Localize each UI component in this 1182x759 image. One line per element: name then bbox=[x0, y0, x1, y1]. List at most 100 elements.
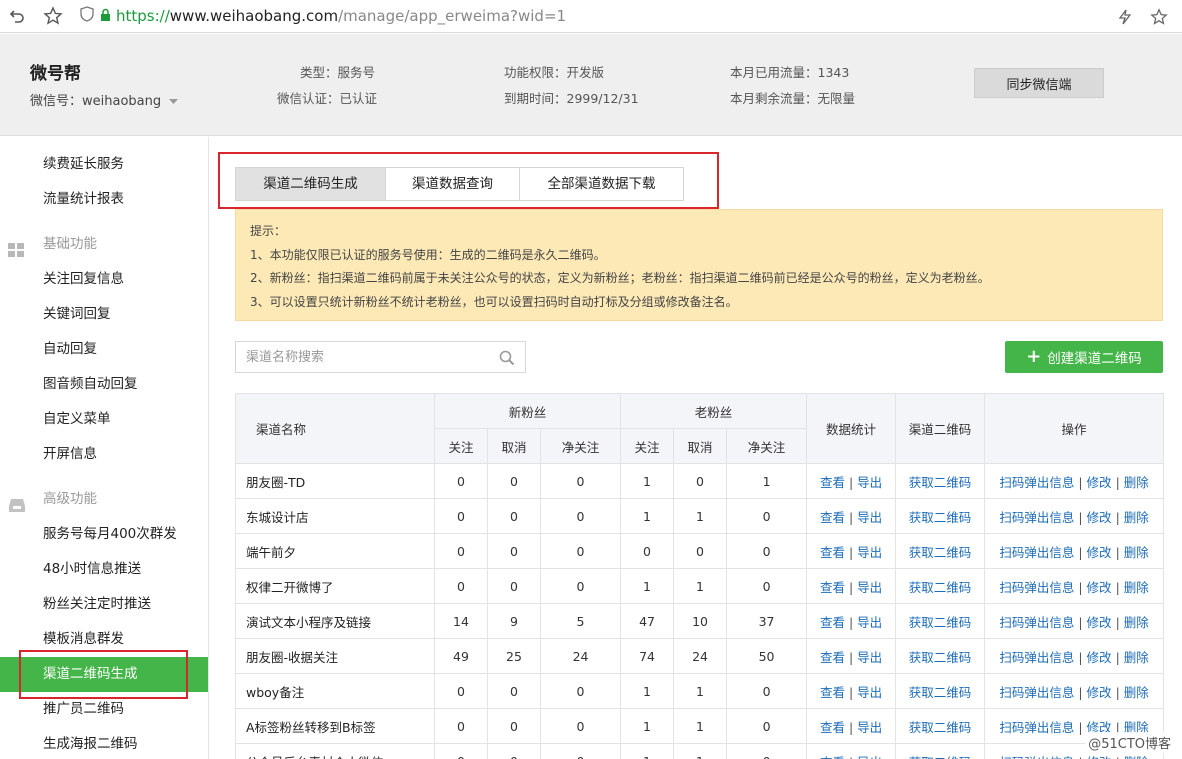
cell-new-cancel: 9 bbox=[487, 603, 541, 639]
sidebar-item-custom-menu[interactable]: 自定义菜单 bbox=[0, 402, 208, 437]
delete-link[interactable]: 删除 bbox=[1124, 615, 1149, 630]
scan-popup-link[interactable]: 扫码弹出信息 bbox=[999, 755, 1074, 759]
view-link[interactable]: 查看 bbox=[820, 755, 845, 759]
scan-popup-link[interactable]: 扫码弹出信息 bbox=[999, 615, 1074, 630]
edit-link[interactable]: 修改 bbox=[1087, 510, 1112, 525]
delete-link[interactable]: 删除 bbox=[1124, 475, 1149, 490]
link-separator: | bbox=[1115, 614, 1120, 630]
edit-link[interactable]: 修改 bbox=[1087, 650, 1112, 665]
view-link[interactable]: 查看 bbox=[820, 475, 845, 490]
edit-link[interactable]: 修改 bbox=[1087, 580, 1112, 595]
cell-new-net: 0 bbox=[539, 708, 622, 744]
sidebar-item-timed-push[interactable]: 粉丝关注定时推送 bbox=[0, 587, 208, 622]
link-separator: | bbox=[849, 755, 853, 759]
scan-popup-link[interactable]: 扫码弹出信息 bbox=[999, 545, 1074, 560]
get-qrcode-link[interactable]: 获取二维码 bbox=[909, 510, 972, 525]
sidebar-item-48h-push[interactable]: 48小时信息推送 bbox=[0, 552, 208, 587]
delete-link[interactable]: 删除 bbox=[1124, 545, 1149, 560]
export-link[interactable]: 导出 bbox=[857, 580, 882, 595]
edit-link[interactable]: 修改 bbox=[1087, 615, 1112, 630]
back-icon[interactable] bbox=[4, 3, 30, 29]
favorite-star-icon[interactable] bbox=[1146, 4, 1172, 30]
cell-stats: 查看|导出 bbox=[806, 603, 897, 639]
sidebar-item-media-reply[interactable]: 图音频自动回复 bbox=[0, 367, 208, 402]
get-qrcode-link[interactable]: 获取二维码 bbox=[909, 755, 972, 759]
delete-link[interactable]: 删除 bbox=[1124, 580, 1149, 595]
get-qrcode-link[interactable]: 获取二维码 bbox=[909, 650, 972, 665]
cell-old-net: 1 bbox=[726, 463, 808, 499]
sidebar-item-auto-reply[interactable]: 自动回复 bbox=[0, 332, 208, 367]
sidebar-item-traffic-report[interactable]: 流量统计报表 bbox=[0, 182, 208, 217]
delete-link[interactable]: 删除 bbox=[1124, 685, 1149, 700]
view-link[interactable]: 查看 bbox=[820, 650, 845, 665]
export-link[interactable]: 导出 bbox=[857, 475, 882, 490]
sidebar-item-follow-reply[interactable]: 关注回复信息 bbox=[0, 262, 208, 297]
edit-link[interactable]: 修改 bbox=[1087, 755, 1112, 759]
scan-popup-link[interactable]: 扫码弹出信息 bbox=[999, 475, 1074, 490]
edit-link[interactable]: 修改 bbox=[1087, 545, 1112, 560]
edit-link[interactable]: 修改 bbox=[1087, 475, 1112, 490]
export-link[interactable]: 导出 bbox=[857, 545, 882, 560]
sync-wechat-button[interactable]: 同步微信端 bbox=[974, 68, 1104, 98]
create-channel-qrcode-button[interactable]: + 创建渠道二维码 bbox=[1005, 341, 1163, 373]
delete-link[interactable]: 删除 bbox=[1124, 510, 1149, 525]
search-icon[interactable] bbox=[499, 350, 515, 370]
wechat-id-selector[interactable]: 微信号：weihaobang bbox=[30, 90, 179, 109]
sidebar-item-poster-qrcode[interactable]: 生成海报二维码 bbox=[0, 727, 208, 759]
sidebar-item-channel-qrcode[interactable]: 渠道二维码生成 bbox=[0, 657, 208, 692]
star-bookmark-icon[interactable] bbox=[40, 3, 66, 29]
sidebar-item-mass-send[interactable]: 服务号每月400次群发 bbox=[0, 517, 208, 552]
cell-ops: 扫码弹出信息|修改|删除 bbox=[984, 603, 1165, 639]
cell-new-net: 0 bbox=[539, 463, 622, 499]
sidebar-item-renew[interactable]: 续费延长服务 bbox=[0, 147, 208, 182]
delete-link[interactable]: 删除 bbox=[1124, 650, 1149, 665]
export-link[interactable]: 导出 bbox=[857, 755, 882, 759]
export-link[interactable]: 导出 bbox=[857, 650, 882, 665]
delete-link[interactable]: 删除 bbox=[1124, 755, 1149, 759]
edit-link[interactable]: 修改 bbox=[1087, 685, 1112, 700]
scan-popup-link[interactable]: 扫码弹出信息 bbox=[999, 650, 1074, 665]
get-qrcode-link[interactable]: 获取二维码 bbox=[909, 720, 972, 735]
get-qrcode-link[interactable]: 获取二维码 bbox=[909, 580, 972, 595]
col-header-old-net: 净关注 bbox=[726, 428, 808, 464]
tab-download-all-data[interactable]: 全部渠道数据下载 bbox=[520, 168, 683, 200]
sidebar-item-template-msg[interactable]: 模板消息群发 bbox=[0, 622, 208, 657]
view-link[interactable]: 查看 bbox=[820, 545, 845, 560]
view-link[interactable]: 查看 bbox=[820, 510, 845, 525]
tab-channel-data-query[interactable]: 渠道数据查询 bbox=[386, 168, 520, 200]
view-link[interactable]: 查看 bbox=[820, 580, 845, 595]
scan-popup-link[interactable]: 扫码弹出信息 bbox=[999, 685, 1074, 700]
get-qrcode-link[interactable]: 获取二维码 bbox=[909, 615, 972, 630]
export-link[interactable]: 导出 bbox=[857, 685, 882, 700]
table-row: 东城设计店 0 0 0 1 1 0 查看 | 导出 获取二维码 扫码弹出信息 | 修改 | 删除 bbox=[235, 498, 1165, 534]
get-qrcode-link[interactable]: 获取二维码 bbox=[909, 475, 972, 490]
export-link[interactable]: 导出 bbox=[857, 720, 882, 735]
sidebar-item-splash[interactable]: 开屏信息 bbox=[0, 437, 208, 472]
sidebar-item-keyword-reply[interactable]: 关键词回复 bbox=[0, 297, 208, 332]
col-header-new-net: 净关注 bbox=[539, 428, 622, 464]
view-link[interactable]: 查看 bbox=[820, 720, 845, 735]
export-link[interactable]: 导出 bbox=[857, 615, 882, 630]
search-input[interactable] bbox=[236, 342, 486, 372]
view-link[interactable]: 查看 bbox=[820, 685, 845, 700]
table-row: 朋友圈-TD 0 0 0 1 0 1 查看 | 导出 获取二维码 扫码弹出信息 | 修改 | 删除 bbox=[235, 463, 1165, 499]
get-qrcode-link[interactable]: 获取二维码 bbox=[909, 545, 972, 560]
view-link[interactable]: 查看 bbox=[820, 615, 845, 630]
scan-popup-link[interactable]: 扫码弹出信息 bbox=[999, 510, 1074, 525]
cell-old-net: 0 bbox=[726, 533, 808, 569]
lightning-icon[interactable] bbox=[1112, 4, 1138, 30]
col-header-new-fans: 新粉丝 bbox=[433, 393, 622, 429]
sidebar-group-label: 基础功能 bbox=[43, 236, 97, 252]
get-qrcode-link[interactable]: 获取二维码 bbox=[909, 685, 972, 700]
tab-channel-qrcode[interactable]: 渠道二维码生成 bbox=[236, 168, 386, 200]
address-bar[interactable]: https://www.weihaobang.com/manage/app_er… bbox=[80, 6, 566, 26]
sidebar-item-promoter-qrcode[interactable]: 推广员二维码 bbox=[0, 692, 208, 727]
cell-old-cancel: 24 bbox=[673, 638, 728, 674]
scan-popup-link[interactable]: 扫码弹出信息 bbox=[999, 720, 1074, 735]
link-separator: | bbox=[1078, 755, 1082, 759]
cell-ops: 扫码弹出信息|修改|删除 bbox=[984, 673, 1165, 709]
export-link[interactable]: 导出 bbox=[857, 510, 882, 525]
cell-old-follow: 1 bbox=[620, 498, 675, 534]
cell-new-follow: 0 bbox=[434, 568, 488, 604]
scan-popup-link[interactable]: 扫码弹出信息 bbox=[999, 580, 1074, 595]
